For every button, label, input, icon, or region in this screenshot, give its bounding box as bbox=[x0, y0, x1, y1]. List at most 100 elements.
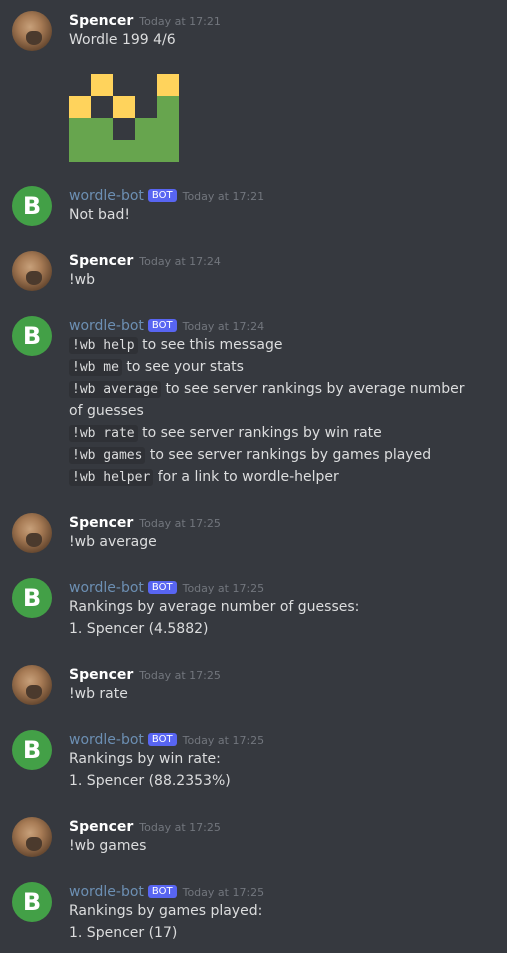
author-name[interactable]: Spencer bbox=[69, 667, 133, 683]
wordle-square-yellow bbox=[69, 96, 91, 118]
timestamp: Today at 17:21 bbox=[139, 15, 221, 28]
author-name[interactable]: Spencer bbox=[69, 819, 133, 835]
command-description: to see server rankings by games played bbox=[145, 447, 432, 463]
timestamp: Today at 17:25 bbox=[182, 734, 265, 747]
author-name[interactable]: Spencer bbox=[69, 13, 133, 29]
author-name[interactable]: wordle-bot bbox=[69, 580, 144, 596]
timestamp: Today at 17:25 bbox=[182, 886, 265, 899]
wordle-square-black bbox=[135, 96, 157, 118]
message: B wordle-bot BOT Today at 17:25 Rankings b… bbox=[0, 577, 507, 643]
message-text: !wb rate bbox=[69, 686, 128, 702]
command-description: to see server rankings by win rate bbox=[137, 425, 382, 441]
message-text: 1. Spencer (4.5882) bbox=[69, 621, 209, 637]
help-line: !wb helper for a link to wordle-helper bbox=[69, 469, 339, 486]
wordle-square-green bbox=[135, 140, 157, 162]
help-line: !wb average to see server rankings by av… bbox=[69, 381, 465, 398]
help-line: !wb help to see this message bbox=[69, 337, 283, 354]
message-text: Rankings by average number of guesses: bbox=[69, 599, 360, 615]
wordle-square-black bbox=[113, 118, 135, 140]
author-name[interactable]: wordle-bot bbox=[69, 732, 144, 748]
bot-badge: BOT bbox=[147, 733, 177, 746]
message-text: !wb average bbox=[69, 534, 157, 550]
message-header: Spencer Today at 17:25 bbox=[69, 512, 221, 532]
message-header: wordle-bot BOT Today at 17:25 bbox=[69, 577, 264, 597]
timestamp: Today at 17:25 bbox=[139, 821, 221, 834]
message-text: Rankings by win rate: bbox=[69, 751, 221, 767]
wordle-square-yellow bbox=[91, 74, 113, 96]
wordle-square-yellow bbox=[157, 74, 179, 96]
bot-badge: BOT bbox=[147, 319, 177, 332]
command-description: to see this message bbox=[137, 337, 283, 353]
message-text: Rankings by games played: bbox=[69, 903, 263, 919]
message-text: Not bad! bbox=[69, 207, 130, 223]
message-text: 1. Spencer (88.2353%) bbox=[69, 773, 231, 789]
wordle-square-green bbox=[157, 118, 179, 140]
message-header: Spencer Today at 17:24 bbox=[69, 250, 221, 270]
wordle-square-green bbox=[91, 118, 113, 140]
author-name[interactable]: wordle-bot bbox=[69, 884, 144, 900]
wordle-square-green bbox=[91, 140, 113, 162]
message: Spencer Today at 17:25 !wb games bbox=[0, 816, 507, 861]
wordle-square-green bbox=[113, 140, 135, 162]
command-code: !wb rate bbox=[69, 425, 138, 442]
author-name[interactable]: Spencer bbox=[69, 515, 133, 531]
help-line: !wb me to see your stats bbox=[69, 359, 244, 376]
message: B wordle-bot BOT Today at 17:21 Not bad! bbox=[0, 185, 507, 230]
command-code: !wb average bbox=[69, 381, 162, 398]
avatar[interactable]: B bbox=[12, 578, 52, 618]
author-name[interactable]: wordle-bot bbox=[69, 318, 144, 334]
avatar[interactable]: B bbox=[12, 882, 52, 922]
message: Spencer Today at 17:25 !wb rate bbox=[0, 664, 507, 709]
help-line-continuation: of guesses bbox=[69, 403, 144, 419]
message-header: Spencer Today at 17:21 bbox=[69, 10, 221, 30]
avatar[interactable] bbox=[12, 513, 52, 553]
message-header: Spencer Today at 17:25 bbox=[69, 664, 221, 684]
message: Spencer Today at 17:25 !wb average bbox=[0, 512, 507, 557]
command-description: for a link to wordle-helper bbox=[153, 469, 339, 485]
help-line: !wb games to see server rankings by game… bbox=[69, 447, 432, 464]
wordle-square-green bbox=[69, 118, 91, 140]
bot-badge: BOT bbox=[147, 581, 177, 594]
message: B wordle-bot BOT Today at 17:25 Rankings b… bbox=[0, 881, 507, 947]
author-name[interactable]: Spencer bbox=[69, 253, 133, 269]
message-header: Spencer Today at 17:25 bbox=[69, 816, 221, 836]
message: B wordle-bot BOT Today at 17:25 Rankings b… bbox=[0, 729, 507, 795]
avatar[interactable]: B bbox=[12, 186, 52, 226]
author-name[interactable]: wordle-bot bbox=[69, 188, 144, 204]
timestamp: Today at 17:25 bbox=[139, 669, 221, 682]
wordle-square-black bbox=[91, 96, 113, 118]
command-code: !wb me bbox=[69, 359, 122, 376]
bot-avatar-letter: B bbox=[22, 888, 42, 916]
message-text: Wordle 199 4/6 bbox=[69, 32, 176, 48]
wordle-square-green bbox=[157, 96, 179, 118]
avatar[interactable] bbox=[12, 251, 52, 291]
avatar[interactable]: B bbox=[12, 730, 52, 770]
wordle-square-green bbox=[135, 118, 157, 140]
wordle-square-green bbox=[69, 140, 91, 162]
wordle-square-yellow bbox=[113, 96, 135, 118]
message: Spencer Today at 17:21 Wordle 199 4/6 bbox=[0, 10, 507, 170]
wordle-grid bbox=[69, 74, 179, 162]
message: B wordle-bot BOT Today at 17:24 !wb help t… bbox=[0, 315, 507, 490]
avatar[interactable] bbox=[12, 11, 52, 51]
message-header: wordle-bot BOT Today at 17:21 bbox=[69, 185, 264, 205]
timestamp: Today at 17:25 bbox=[182, 582, 265, 595]
command-code: !wb helper bbox=[69, 469, 154, 486]
bot-avatar-letter: B bbox=[22, 584, 42, 612]
bot-badge: BOT bbox=[147, 189, 177, 202]
message-text: 1. Spencer (17) bbox=[69, 925, 178, 941]
avatar[interactable] bbox=[12, 817, 52, 857]
timestamp: Today at 17:25 bbox=[139, 517, 221, 530]
bot-avatar-letter: B bbox=[22, 736, 42, 764]
timestamp: Today at 17:24 bbox=[182, 320, 265, 333]
wordle-square-black bbox=[113, 74, 135, 96]
command-code: !wb help bbox=[69, 337, 138, 354]
timestamp: Today at 17:21 bbox=[182, 190, 265, 203]
avatar[interactable] bbox=[12, 665, 52, 705]
command-description: to see your stats bbox=[121, 359, 244, 375]
chat-log: Spencer Today at 17:21 Wordle 199 4/6 B w… bbox=[0, 0, 507, 953]
help-line: !wb rate to see server rankings by win r… bbox=[69, 425, 382, 442]
bot-avatar-letter: B bbox=[22, 322, 42, 350]
message-header: wordle-bot BOT Today at 17:25 bbox=[69, 729, 264, 749]
avatar[interactable]: B bbox=[12, 316, 52, 356]
